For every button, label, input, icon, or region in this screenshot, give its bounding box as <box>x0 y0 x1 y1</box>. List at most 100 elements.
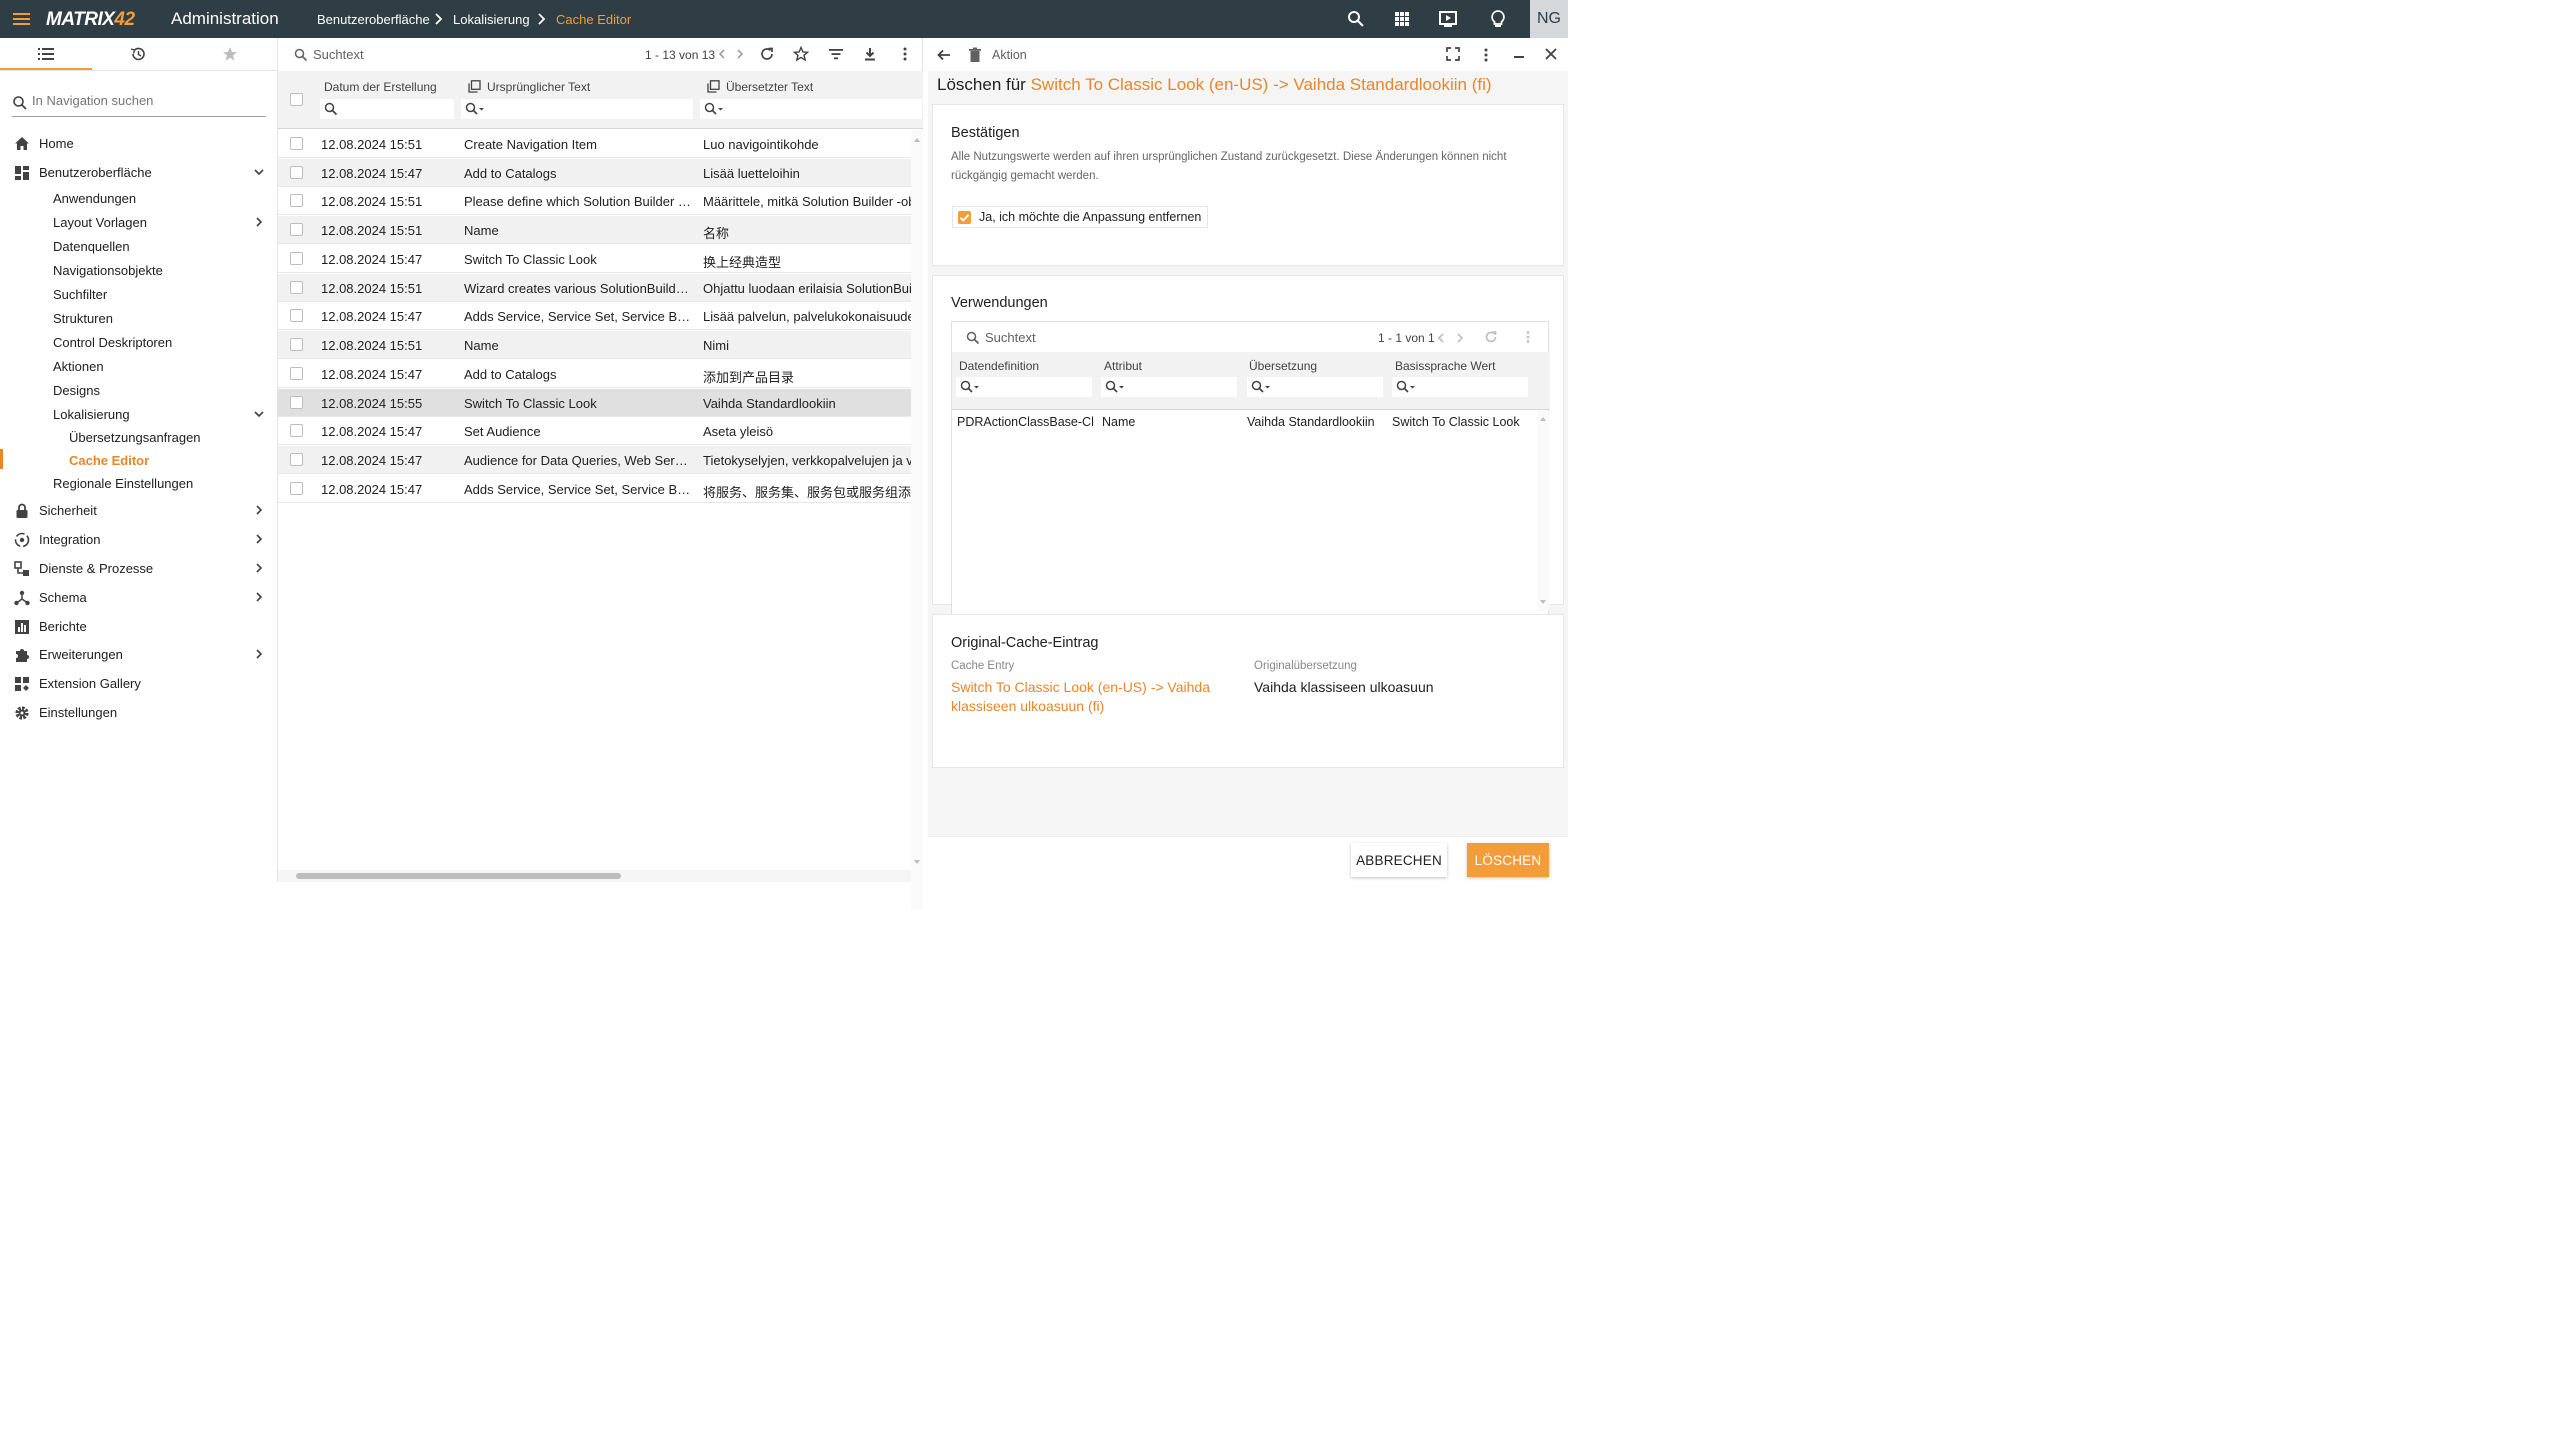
row-checkbox[interactable] <box>290 453 303 466</box>
row-checkbox[interactable] <box>290 252 303 265</box>
apps-grid-icon[interactable] <box>1392 9 1412 29</box>
table-row[interactable]: 12.08.2024 15:47 Set Audience Aseta yleisö <box>278 417 911 445</box>
filter-uebersetzung-input[interactable] <box>1247 377 1383 397</box>
sidebar-item-dienste-prozesse[interactable]: Dienste & Prozesse <box>0 558 278 580</box>
sidebar-item-lokalisierung[interactable]: Lokalisierung <box>0 404 278 426</box>
cancel-button[interactable]: ABBRECHEN <box>1351 843 1447 877</box>
table-row[interactable]: 12.08.2024 15:47 Add to Catalogs 添加到产品目录 <box>278 360 911 388</box>
refresh-icon[interactable] <box>759 46 775 62</box>
scroll-up-arrow-icon[interactable] <box>1537 414 1549 424</box>
sidebar-item-regionale-einstellungen[interactable]: Regionale Einstellungen <box>0 473 278 495</box>
table-row[interactable]: 12.08.2024 15:51 Please define which Solu… <box>278 187 911 215</box>
table-row[interactable]: 12.08.2024 15:47 Add to Catalogs Lisää lue… <box>278 159 911 187</box>
sidebar-item-extension-gallery[interactable]: Extension Gallery <box>0 673 278 695</box>
more-options-icon[interactable] <box>897 46 913 62</box>
sidebar-item-layout-vorlagen[interactable]: Layout Vorlagen <box>0 212 278 234</box>
sidebar-item-navigationsobjekte[interactable]: Navigationsobjekte <box>0 260 278 282</box>
table-row[interactable]: 12.08.2024 15:47 Switch To Classic Look 换上… <box>278 245 911 273</box>
sidebar-item-control-deskriptoren[interactable]: Control Deskriptoren <box>0 332 278 354</box>
column-header-basissprache-wert[interactable]: Basissprache Wert <box>1395 359 1495 373</box>
vertical-scrollbar[interactable] <box>911 130 923 910</box>
filter-datendefinition-input[interactable] <box>956 377 1092 397</box>
search-icon[interactable] <box>1346 9 1366 29</box>
table-row[interactable]: 12.08.2024 15:47 Audience for Data Querie… <box>278 446 911 474</box>
sidebar-item-strukturen[interactable]: Strukturen <box>0 308 278 330</box>
column-header-uebersetzter-text[interactable]: Übersetzter Text <box>726 80 813 94</box>
more-options-icon[interactable] <box>1478 47 1494 63</box>
row-checkbox[interactable] <box>290 338 303 351</box>
row-checkbox[interactable] <box>290 166 303 179</box>
column-header-datendefinition[interactable]: Datendefinition <box>959 359 1039 373</box>
back-arrow-icon[interactable] <box>936 47 952 63</box>
row-checkbox[interactable] <box>290 367 303 380</box>
sidebar-item-berichte[interactable]: Berichte <box>0 616 278 638</box>
sidebar-item-einstellungen[interactable]: Einstellungen <box>0 702 278 724</box>
row-checkbox[interactable] <box>290 281 303 294</box>
row-checkbox[interactable] <box>290 309 303 322</box>
sidebar-item-erweiterungen[interactable]: Erweiterungen <box>0 644 278 666</box>
scrollbar-thumb[interactable] <box>296 873 621 879</box>
lightbulb-icon[interactable] <box>1488 9 1508 29</box>
sidebar-item-suchfilter[interactable]: Suchfilter <box>0 284 278 306</box>
fullscreen-icon[interactable] <box>1446 47 1460 61</box>
table-row[interactable]: 12.08.2024 15:51 Name 名称 <box>278 216 911 244</box>
matrix42-logo[interactable]: MATRIX42 <box>46 9 135 31</box>
confirm-checkbox[interactable]: Ja, ich möchte die Anpassung entfernen <box>952 206 1209 228</box>
tab-favorites[interactable] <box>184 38 276 70</box>
favorite-star-icon[interactable] <box>793 46 809 62</box>
sidebar-item-cache-editor[interactable]: Cache Editor <box>0 450 278 472</box>
previous-page-icon[interactable] <box>714 46 730 62</box>
sidebar-item-integration[interactable]: Integration <box>0 529 278 551</box>
column-header-datum[interactable]: Datum der Erstellung <box>324 80 437 94</box>
table-row[interactable]: 12.08.2024 15:51 Name Nimi <box>278 331 911 359</box>
table-row[interactable]: 12.08.2024 15:47 Adds Service, Service Se… <box>278 302 911 330</box>
row-checkbox[interactable] <box>290 223 303 236</box>
sidebar-item-datenquellen[interactable]: Datenquellen <box>0 236 278 258</box>
table-row-selected[interactable]: 12.08.2024 15:55 Switch To Classic Look Va… <box>278 389 911 417</box>
next-page-icon[interactable] <box>1453 330 1467 346</box>
filter-icon[interactable] <box>828 46 844 62</box>
sidebar-item-sicherheit[interactable]: Sicherheit <box>0 500 278 522</box>
refresh-icon[interactable] <box>1484 330 1498 344</box>
download-icon[interactable] <box>862 46 878 62</box>
filter-urspruenglicher-text-input[interactable] <box>461 99 693 119</box>
horizontal-scrollbar[interactable] <box>278 870 911 882</box>
select-all-checkbox[interactable] <box>290 93 303 106</box>
filter-datum-input[interactable] <box>320 99 454 119</box>
presentation-icon[interactable] <box>1438 9 1458 29</box>
sidebar-item-designs[interactable]: Designs <box>0 380 278 402</box>
menu-icon[interactable] <box>10 8 34 30</box>
scroll-up-arrow-icon[interactable] <box>911 134 923 146</box>
breadcrumb-lokalisierung[interactable]: Lokalisierung <box>453 12 530 27</box>
sidebar-item-uebersetzungsanfragen[interactable]: Übersetzungsanfragen <box>0 427 278 449</box>
list-search-input[interactable]: Suchtext <box>313 47 364 62</box>
row-checkbox[interactable] <box>290 194 303 207</box>
avatar[interactable]: NG <box>1530 0 1568 38</box>
more-options-icon[interactable] <box>1522 330 1534 344</box>
row-checkbox[interactable] <box>290 396 303 409</box>
tab-history[interactable] <box>92 38 184 70</box>
scroll-down-arrow-icon[interactable] <box>911 856 923 868</box>
row-checkbox[interactable] <box>290 482 303 495</box>
close-icon[interactable] <box>1544 47 1558 61</box>
column-header-uebersetzung[interactable]: Übersetzung <box>1249 359 1317 373</box>
filter-uebersetzter-text-input[interactable] <box>700 99 922 119</box>
filter-basissprache-wert-input[interactable] <box>1392 377 1528 397</box>
minimize-icon[interactable] <box>1512 47 1526 63</box>
next-page-icon[interactable] <box>732 46 748 62</box>
sidebar-item-aktionen[interactable]: Aktionen <box>0 356 278 378</box>
breadcrumb-benutzeroberflaeche[interactable]: Benutzeroberfläche <box>317 12 430 27</box>
checkbox-checked[interactable] <box>958 211 971 224</box>
column-header-attribut[interactable]: Attribut <box>1104 359 1142 373</box>
table-row[interactable]: PDRActionClassBase-Cl Name Vaihda Standa… <box>952 411 1537 433</box>
usages-search-input[interactable]: Suchtext <box>985 330 1036 345</box>
table-row[interactable]: 12.08.2024 15:51 Wizard creates various S… <box>278 274 911 302</box>
row-checkbox[interactable] <box>290 137 303 150</box>
tab-navigation-list[interactable] <box>0 38 92 70</box>
cache-entry-link[interactable]: Switch To Classic Look (en-US) -> Vaihda… <box>951 678 1241 716</box>
column-header-urspruenglicher-text[interactable]: Ursprünglicher Text <box>487 80 590 94</box>
row-checkbox[interactable] <box>290 424 303 437</box>
table-row[interactable]: 12.08.2024 15:51 Create Navigation Item Lu… <box>278 130 911 158</box>
vertical-scrollbar[interactable] <box>1537 411 1549 611</box>
sidebar-item-benutzeroberflaeche[interactable]: Benutzeroberfläche <box>0 162 278 184</box>
